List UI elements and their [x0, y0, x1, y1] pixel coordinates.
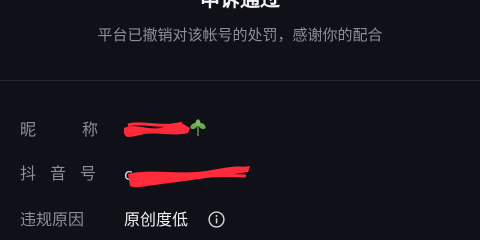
violation-row: 违规原因 原创度低: [0, 206, 480, 234]
nickname-label-char-1: 昵: [20, 120, 37, 139]
divider: [0, 80, 480, 81]
violation-label: 违规原因: [20, 210, 85, 229]
douyin-id-label: 抖音号: [20, 164, 111, 183]
nickname-label: 昵 称: [20, 116, 100, 144]
leaf-icon: [190, 119, 206, 136]
page-subtitle: 平台已撤销对该帐号的处罚，感谢你的配合: [97, 26, 383, 44]
nickname-label-char-2: 称: [81, 120, 98, 139]
nickname-redaction: [124, 121, 190, 137]
info-icon[interactable]: [208, 211, 225, 228]
page-title: 申诉通过: [0, 0, 480, 10]
nickname-row: 昵 称: [0, 116, 480, 144]
douyin-id-redaction: [128, 166, 250, 188]
violation-value: 原创度低: [124, 210, 189, 229]
